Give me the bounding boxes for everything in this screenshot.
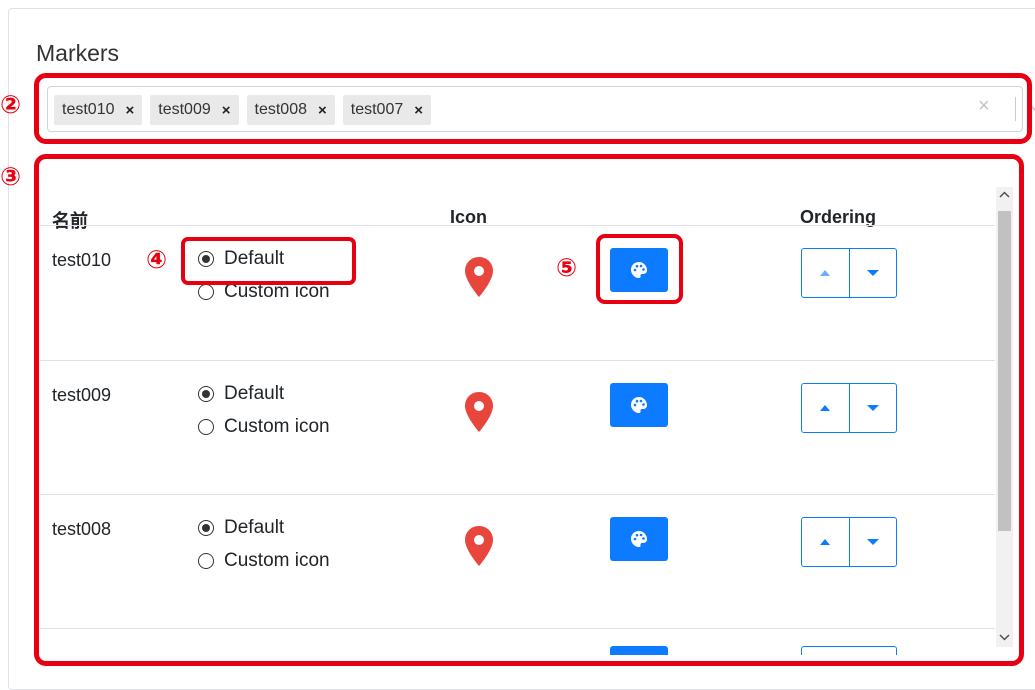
caret-up-icon [820,405,831,411]
radio-button[interactable] [198,419,214,435]
map-pin-icon [465,526,493,566]
ordering-buttons-partial[interactable] [801,646,897,655]
radio-button[interactable] [198,284,214,300]
ordering-buttons [801,517,897,567]
marker-name: test008 [52,519,112,539]
table-row: test008 Default Custom icon [40,495,995,629]
marker-name: test010 [52,250,112,270]
color-picker-button[interactable] [610,517,668,561]
annotation-number-2: ② [0,90,22,119]
palette-icon [631,397,647,413]
palette-button-partial[interactable] [610,646,668,655]
annotation-number-4: ④ [146,245,168,274]
marker-name: test009 [52,385,112,405]
table-scrollbar[interactable] [996,187,1013,647]
move-down-button[interactable] [848,384,897,432]
radio-button[interactable] [198,553,214,569]
section-title: Markers [36,40,120,66]
caret-down-icon [866,539,879,545]
scroll-up-icon[interactable] [996,189,1013,201]
annotation-number-3: ③ [0,162,22,191]
radio-default[interactable]: Default [198,517,284,539]
radio-label: Default [224,383,285,404]
radio-label: Custom icon [224,550,330,571]
radio-custom-icon[interactable]: Custom icon [198,550,330,572]
caret-up-icon [820,270,831,276]
color-picker-button[interactable] [610,383,668,427]
caret-down-icon [866,405,879,411]
radio-default[interactable]: Default [198,383,284,405]
radio-button-checked[interactable] [198,520,214,536]
radio-custom-icon[interactable]: Custom icon [198,416,330,438]
annotation-number-5: ⑤ [556,253,578,282]
ordering-buttons [801,248,897,298]
caret-down-icon [866,270,879,276]
move-up-button[interactable] [802,384,849,432]
table-row: test009 Default Custom icon [40,361,995,495]
annotation-frame-5 [596,234,683,304]
radio-label: Default [224,517,285,538]
palette-icon [631,531,647,547]
move-down-button[interactable] [848,249,897,297]
radio-button-checked[interactable] [198,386,214,402]
radio-label: Custom icon [224,416,330,437]
map-pin-icon [465,257,493,297]
move-down-button[interactable] [848,518,897,566]
caret-up-icon [820,539,831,545]
scroll-down-icon[interactable] [996,631,1013,643]
row-divider [40,628,995,629]
annotation-frame-2 [34,73,1032,144]
move-up-button[interactable] [802,518,849,566]
annotation-frame-4 [181,237,356,285]
ordering-buttons [801,383,897,433]
scroll-thumb[interactable] [998,211,1011,531]
move-up-button[interactable] [802,249,849,297]
map-pin-icon [465,392,493,432]
